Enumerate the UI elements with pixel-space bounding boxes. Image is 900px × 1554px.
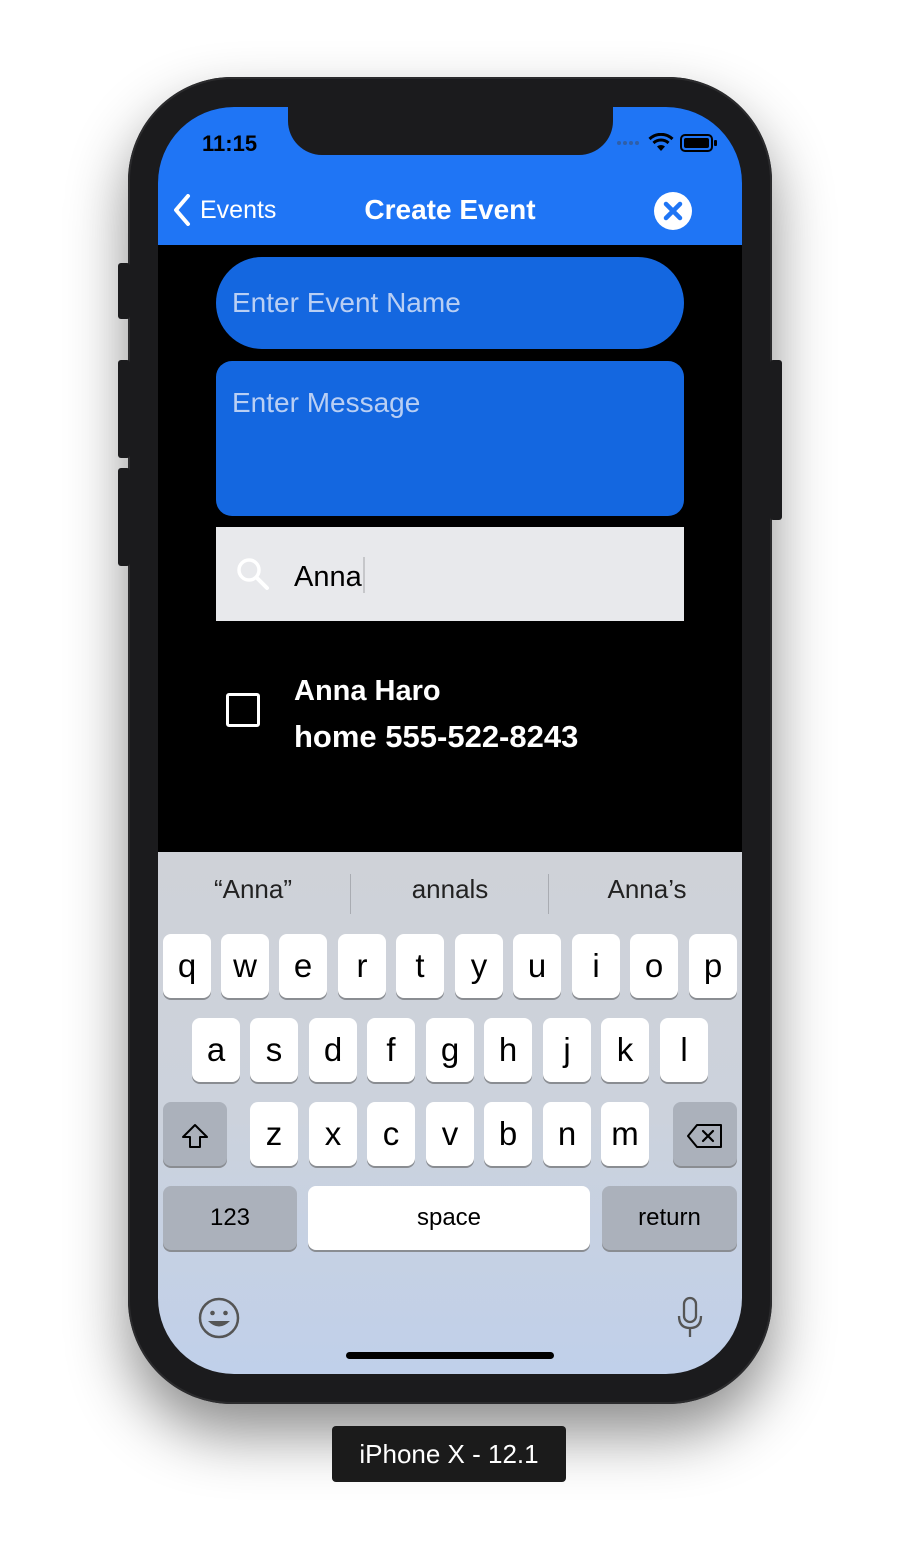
- key-r[interactable]: r: [338, 934, 386, 998]
- message-placeholder: Enter Message: [232, 387, 421, 418]
- volume-up-button: [118, 360, 130, 458]
- delete-key[interactable]: [673, 1102, 737, 1166]
- suggestion-divider: [350, 874, 351, 914]
- key-p[interactable]: p: [689, 934, 737, 998]
- key-e[interactable]: e: [279, 934, 327, 998]
- keyboard: “Anna” annals Anna’s q w e r t y u i o p…: [158, 852, 742, 1374]
- return-key[interactable]: return: [602, 1186, 737, 1250]
- close-button[interactable]: [654, 192, 692, 230]
- key-z[interactable]: z: [250, 1102, 298, 1166]
- suggestion-divider: [548, 874, 549, 914]
- event-name-input[interactable]: Enter Event Name: [216, 257, 684, 349]
- key-w[interactable]: w: [221, 934, 269, 998]
- status-icons: [616, 133, 718, 153]
- search-icon: [237, 558, 269, 590]
- search-field-text: Anna: [294, 557, 365, 594]
- close-icon: [663, 201, 683, 221]
- contact-checkbox[interactable]: [226, 693, 260, 727]
- key-d[interactable]: d: [309, 1018, 357, 1082]
- key-h[interactable]: h: [484, 1018, 532, 1082]
- numbers-key[interactable]: 123: [163, 1186, 297, 1250]
- signal-dots-icon: [617, 141, 639, 145]
- key-m[interactable]: m: [601, 1102, 649, 1166]
- text-cursor: [362, 557, 365, 593]
- suggestion-item[interactable]: Anna’s: [552, 874, 742, 905]
- key-v[interactable]: v: [426, 1102, 474, 1166]
- key-f[interactable]: f: [367, 1018, 415, 1082]
- key-o[interactable]: o: [630, 934, 678, 998]
- key-x[interactable]: x: [309, 1102, 357, 1166]
- status-time: 11:15: [202, 131, 258, 156]
- mute-switch: [118, 263, 130, 319]
- key-c[interactable]: c: [367, 1102, 415, 1166]
- suggestion-item[interactable]: annals: [355, 874, 545, 905]
- key-n[interactable]: n: [543, 1102, 591, 1166]
- power-button: [770, 360, 782, 520]
- suggestion-bar: “Anna” annals Anna’s: [158, 852, 742, 934]
- content-area: Enter Event Name Enter Message Anna Anna…: [158, 245, 742, 852]
- emoji-icon[interactable]: [197, 1296, 241, 1340]
- status-bar: 11:15: [158, 107, 742, 175]
- wifi-icon: [648, 133, 674, 151]
- key-y[interactable]: y: [455, 934, 503, 998]
- key-i[interactable]: i: [572, 934, 620, 998]
- shift-icon: [182, 1124, 208, 1149]
- volume-down-button: [118, 468, 130, 566]
- key-t[interactable]: t: [396, 934, 444, 998]
- key-k[interactable]: k: [601, 1018, 649, 1082]
- key-j[interactable]: j: [543, 1018, 591, 1082]
- contact-search-input[interactable]: Anna: [216, 527, 684, 621]
- battery-icon: [680, 134, 717, 152]
- search-value: Anna: [294, 561, 362, 593]
- backspace-icon: [687, 1124, 722, 1149]
- shift-key[interactable]: [163, 1102, 227, 1166]
- key-b[interactable]: b: [484, 1102, 532, 1166]
- notch: [288, 107, 613, 155]
- space-key[interactable]: space: [308, 1186, 590, 1250]
- key-l[interactable]: l: [660, 1018, 708, 1082]
- contact-phone: home 555-522-8243: [294, 719, 579, 754]
- contact-row[interactable]: Anna Haro home 555-522-8243: [216, 669, 684, 759]
- key-s[interactable]: s: [250, 1018, 298, 1082]
- key-q[interactable]: q: [163, 934, 211, 998]
- navigation-bar: Events Create Event: [158, 175, 742, 245]
- key-u[interactable]: u: [513, 934, 561, 998]
- event-name-placeholder: Enter Event Name: [232, 287, 461, 318]
- key-g[interactable]: g: [426, 1018, 474, 1082]
- message-input[interactable]: Enter Message: [216, 361, 684, 516]
- contact-name: Anna Haro: [294, 675, 441, 707]
- home-indicator[interactable]: [346, 1352, 554, 1359]
- suggestion-item[interactable]: “Anna”: [158, 874, 348, 905]
- key-a[interactable]: a: [192, 1018, 240, 1082]
- screen: 11:15 Events Create Event Enter Event Na…: [158, 107, 742, 1374]
- device-label: iPhone X - 12.1: [332, 1426, 566, 1482]
- microphone-icon[interactable]: [675, 1296, 705, 1340]
